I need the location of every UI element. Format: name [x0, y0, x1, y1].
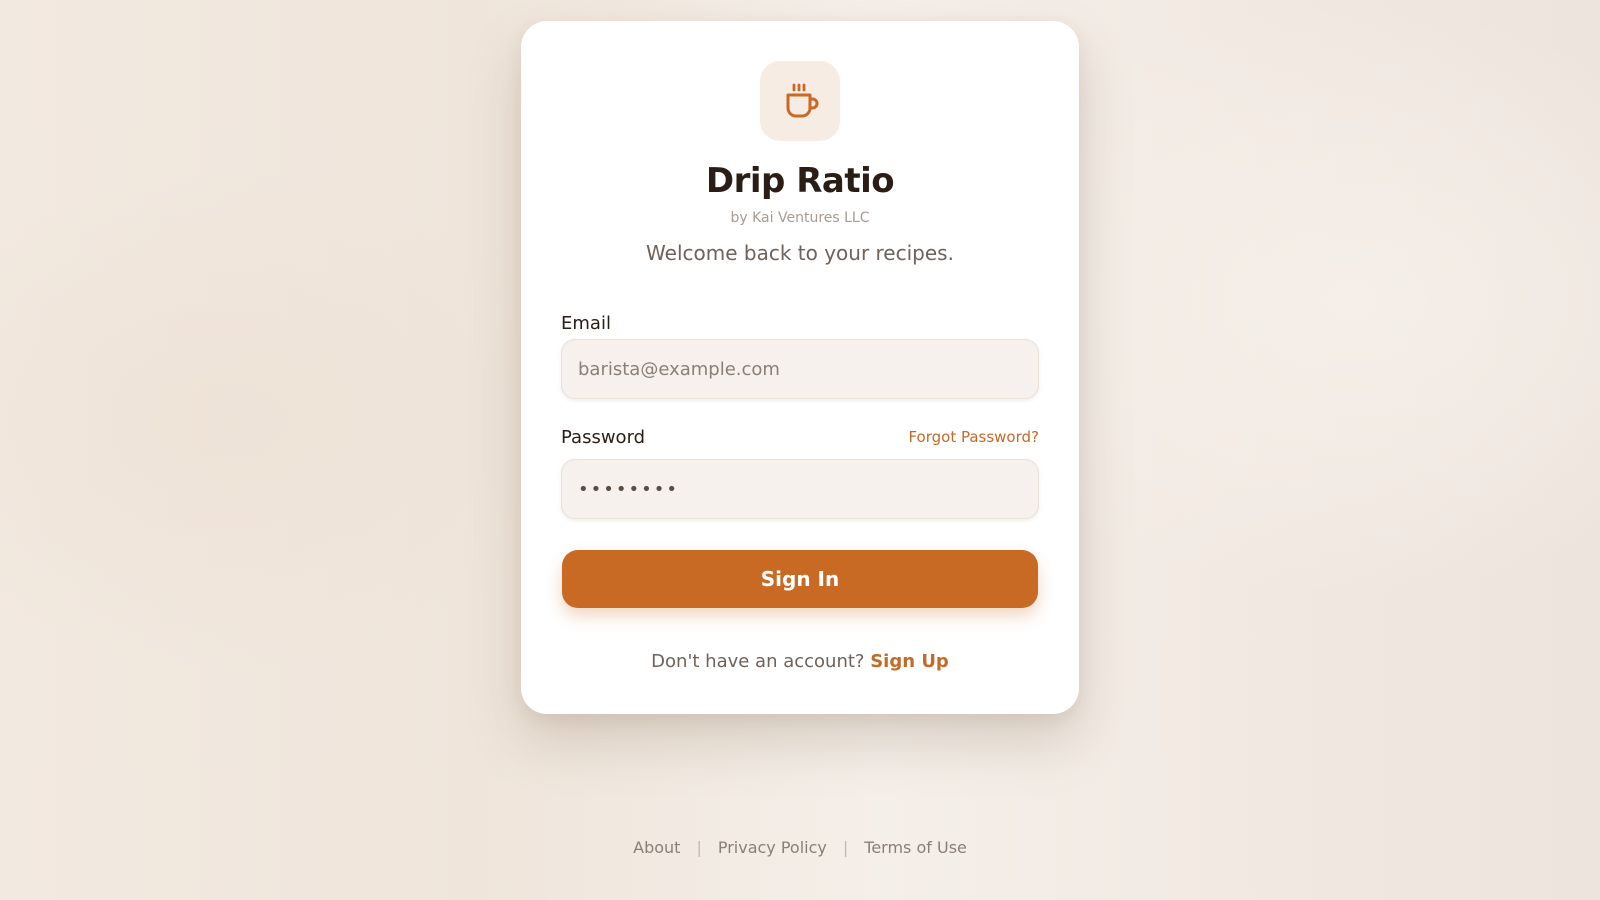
- signup-prompt-text: Don't have an account?: [651, 651, 865, 672]
- sign-up-link[interactable]: Sign Up: [870, 651, 949, 672]
- footer-link-privacy-policy[interactable]: Privacy Policy: [718, 838, 827, 857]
- login-card: Drip Ratio by Kai Ventures LLC Welcome b…: [521, 21, 1079, 714]
- sign-in-button[interactable]: Sign In: [562, 550, 1038, 608]
- email-input[interactable]: [561, 339, 1039, 399]
- forgot-password-link[interactable]: Forgot Password?: [908, 428, 1039, 446]
- footer-separator: |: [842, 838, 849, 857]
- welcome-message: Welcome back to your recipes.: [646, 241, 954, 265]
- email-label: Email: [561, 313, 611, 334]
- app-logo: [760, 61, 840, 141]
- app-title: Drip Ratio: [705, 161, 895, 201]
- signup-prompt-line: Don't have an account? Sign Up: [521, 651, 1079, 672]
- footer-links: About | Privacy Policy | Terms of Use: [0, 838, 1600, 857]
- coffee-cup-icon: [786, 83, 819, 118]
- footer-link-about[interactable]: About: [633, 838, 680, 857]
- password-input[interactable]: [561, 459, 1039, 519]
- footer-separator: |: [696, 838, 702, 857]
- footer-link-terms-of-use[interactable]: Terms of Use: [864, 838, 967, 857]
- password-label: Password: [561, 427, 646, 448]
- company-byline: by Kai Ventures LLC: [730, 210, 870, 226]
